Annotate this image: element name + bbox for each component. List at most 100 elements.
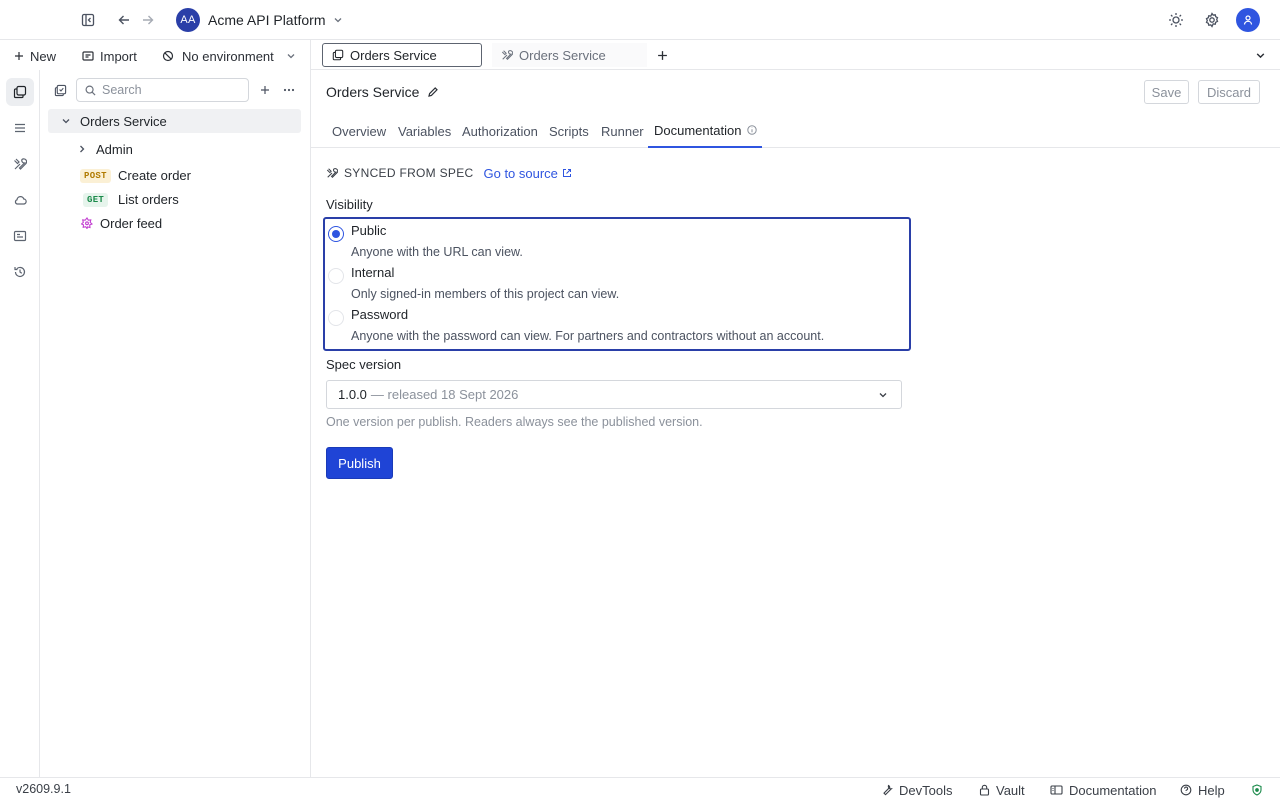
- tree-item-create-order[interactable]: POST Create order: [48, 163, 301, 187]
- radio-password[interactable]: [328, 310, 344, 326]
- external-link-icon: [562, 168, 572, 178]
- visibility-label: Visibility: [326, 197, 373, 212]
- history-icon[interactable]: [6, 258, 34, 286]
- radio-internal[interactable]: [328, 268, 344, 284]
- tree-item-label: Admin: [96, 141, 133, 157]
- monitor-icon[interactable]: [6, 222, 34, 250]
- section-tabs: Overview Variables Authorization Scripts…: [311, 114, 1280, 148]
- devtools-button[interactable]: DevTools: [881, 782, 952, 798]
- visibility-option-internal[interactable]: Internal Only signed-in members of this …: [326, 263, 906, 305]
- settings-gear-icon[interactable]: [1200, 8, 1224, 32]
- more-options-icon[interactable]: [277, 78, 301, 102]
- add-item-plus-icon[interactable]: [253, 78, 277, 102]
- go-to-source-link[interactable]: Go to source: [483, 166, 571, 181]
- tab-orders-service-spec[interactable]: Orders Service: [492, 43, 647, 67]
- theme-sun-icon[interactable]: [1164, 8, 1188, 32]
- visibility-radio-group: Public Anyone with the URL can view. Int…: [323, 217, 911, 351]
- radio-title: Password: [351, 307, 409, 322]
- save-button[interactable]: Save: [1144, 80, 1189, 104]
- import-icon: [82, 50, 94, 62]
- tab-documentation[interactable]: Documentation: [648, 114, 762, 148]
- tree-item-label: List orders: [118, 191, 179, 207]
- help-circle-icon: [1180, 784, 1192, 796]
- tab-authorization[interactable]: Authorization: [462, 114, 538, 148]
- collections-icon[interactable]: [6, 78, 34, 106]
- spec-version-hint: One version per publish. Readers always …: [326, 415, 703, 429]
- environment-selector[interactable]: No environment: [162, 46, 296, 66]
- tools-icon[interactable]: [6, 150, 34, 178]
- tree-root-orders-service[interactable]: Orders Service: [48, 109, 301, 133]
- synced-from-spec-banner: SYNCED FROM SPEC Go to source: [326, 164, 572, 182]
- cloud-icon[interactable]: [6, 186, 34, 214]
- import-label: Import: [100, 48, 137, 64]
- tab-label: Orders Service: [350, 47, 437, 63]
- apis-list-icon[interactable]: [6, 114, 34, 142]
- tabs-menu-chevron-down-icon[interactable]: [1248, 43, 1272, 67]
- radio-description: Anyone with the password can view. For p…: [351, 329, 825, 343]
- help-button[interactable]: Help: [1180, 782, 1225, 798]
- radio-title: Internal: [351, 265, 395, 280]
- synced-label: SYNCED FROM SPEC: [344, 166, 474, 180]
- search-input[interactable]: [102, 83, 242, 97]
- workspace-switcher[interactable]: AA Acme API Platform: [176, 8, 343, 32]
- forward-arrow-icon[interactable]: [136, 8, 160, 32]
- user-avatar[interactable]: [1236, 8, 1260, 32]
- radio-title: Public: [351, 223, 387, 238]
- plus-icon: [14, 51, 24, 61]
- discard-button[interactable]: Discard: [1198, 80, 1260, 104]
- chevron-down-icon: [333, 15, 343, 25]
- lock-icon: [979, 784, 990, 796]
- page-title: Orders Service: [326, 82, 439, 102]
- page-title-text: Orders Service: [326, 84, 420, 100]
- chevron-down-icon: [878, 390, 888, 400]
- help-label: Help: [1198, 782, 1225, 798]
- devtools-label: DevTools: [899, 782, 953, 798]
- new-tab-plus-icon[interactable]: [650, 43, 674, 67]
- workspace-avatar: AA: [176, 8, 200, 32]
- spec-version-select[interactable]: 1.0.0 — released 18 Sept 2026: [326, 380, 902, 409]
- spec-tools-icon: [501, 49, 513, 61]
- tab-label: Orders Service: [519, 47, 606, 63]
- documentation-button[interactable]: Documentation: [1050, 782, 1156, 798]
- tab-runner[interactable]: Runner: [601, 114, 644, 148]
- search-field: [76, 78, 249, 102]
- tree-item-label: Order feed: [100, 215, 163, 231]
- vault-button[interactable]: Vault: [979, 782, 1025, 798]
- tree-item-list-orders[interactable]: GET List orders: [48, 187, 301, 211]
- tree-item-admin[interactable]: Admin: [48, 137, 301, 161]
- status-bar: v2609.9.1 DevTools Vault Documentation H…: [0, 777, 1280, 800]
- workspace-name: Acme API Platform: [208, 12, 326, 28]
- collections-overview-icon[interactable]: [48, 78, 72, 102]
- visibility-option-public[interactable]: Public Anyone with the URL can view.: [326, 221, 906, 263]
- radio-description: Only signed-in members of this project c…: [351, 287, 620, 301]
- toggle-sidebar-icon[interactable]: [76, 8, 100, 32]
- tab-orders-service-collection[interactable]: Orders Service: [322, 43, 482, 67]
- tab-bar: Orders Service Orders Service: [311, 40, 1280, 70]
- visibility-option-password[interactable]: Password Anyone with the password can vi…: [326, 305, 906, 347]
- import-button[interactable]: Import: [82, 46, 137, 66]
- get-method-badge: GET: [83, 193, 109, 207]
- edit-pencil-icon[interactable]: [427, 86, 439, 98]
- vault-label: Vault: [996, 782, 1025, 798]
- sidebar: New Import No environment Search Orders …: [0, 40, 311, 777]
- radio-description: Anyone with the URL can view.: [351, 245, 523, 259]
- back-arrow-icon[interactable]: [112, 8, 136, 32]
- tree-item-label: Create order: [118, 167, 191, 183]
- tab-overview[interactable]: Overview: [332, 114, 386, 148]
- go-to-source-text: Go to source: [483, 165, 558, 181]
- spec-version-label: Spec version: [326, 357, 402, 372]
- spec-version-value: 1.0.0: [338, 387, 367, 402]
- search-icon: [85, 85, 96, 96]
- tab-variables[interactable]: Variables: [398, 114, 451, 148]
- tree-item-order-feed[interactable]: Order feed: [48, 211, 301, 235]
- top-bar: AA Acme API Platform: [0, 0, 1280, 40]
- feed-icon: [81, 217, 93, 229]
- publish-button[interactable]: Publish: [326, 447, 393, 479]
- radio-public[interactable]: [328, 226, 344, 242]
- sidebar-actions: New Import No environment: [0, 40, 310, 70]
- sync-status-icon[interactable]: [1251, 782, 1263, 798]
- tab-scripts[interactable]: Scripts: [549, 114, 589, 148]
- chevron-down-icon: [61, 116, 71, 126]
- tab-documentation-label: Documentation: [654, 122, 742, 138]
- new-button[interactable]: New: [14, 46, 56, 66]
